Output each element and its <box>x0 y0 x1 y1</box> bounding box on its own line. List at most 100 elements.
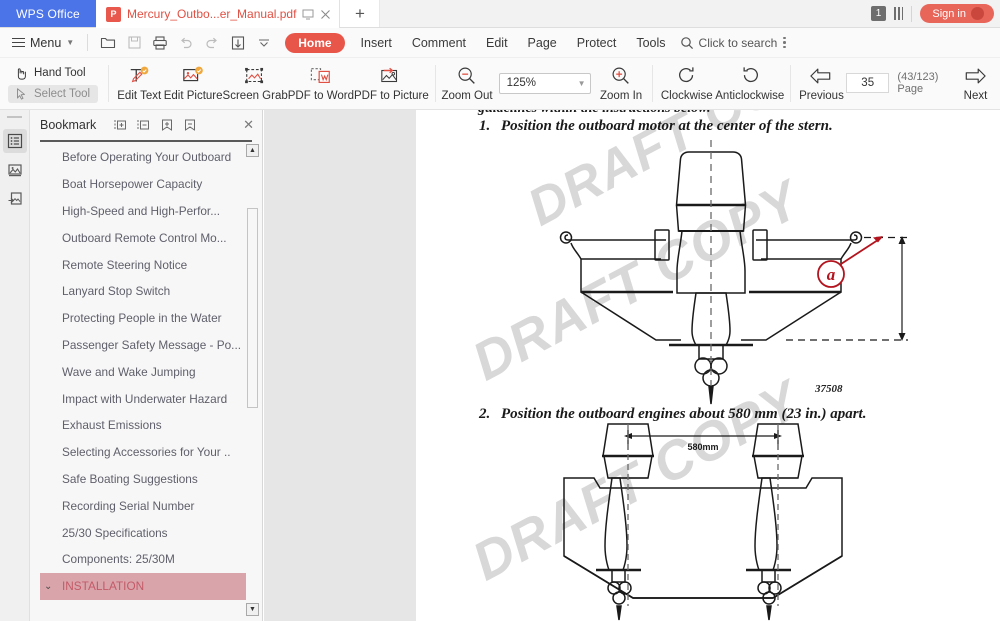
bookmark-item[interactable]: Lanyard Stop Switch <box>40 278 248 305</box>
bookmark-item[interactable]: Selecting Accessories for Your .. <box>40 439 248 466</box>
next-page-button[interactable]: Next <box>951 58 1000 108</box>
customize-quick-access-icon[interactable] <box>251 32 277 54</box>
close-bookmark-panel-icon[interactable]: ✕ <box>243 117 254 133</box>
tab-home[interactable]: Home <box>285 32 345 53</box>
tab-comment[interactable]: Comment <box>402 36 476 50</box>
edit-text-button[interactable]: Edit Text <box>115 58 164 108</box>
scroll-down-button[interactable]: ▼ <box>246 603 259 616</box>
bookmark-header-rule <box>40 140 252 142</box>
new-tab-button[interactable]: + <box>340 0 381 27</box>
bookmark-item[interactable]: Recording Serial Number <box>40 492 248 519</box>
window-count-badge[interactable]: 1 <box>870 6 887 21</box>
menu-button[interactable]: Menu ▼ <box>6 35 80 50</box>
side-panel-rail <box>0 110 30 621</box>
zoom-in-button[interactable]: Zoom In <box>597 58 646 108</box>
save-icon[interactable] <box>121 32 147 54</box>
more-options-icon[interactable] <box>783 35 786 51</box>
bookmark-item-label: High-Speed and High-Perfor... <box>62 203 221 218</box>
step-1-text: 1. Position the outboard motor at the cen… <box>479 118 833 135</box>
print-icon[interactable] <box>147 32 173 54</box>
remove-bookmark-icon[interactable] <box>183 118 197 132</box>
scrollbar-thumb[interactable] <box>247 208 258 408</box>
bookmark-item-label: Recording Serial Number <box>62 498 195 513</box>
bookmark-item-installation[interactable]: ⌄ INSTALLATION <box>40 572 248 600</box>
zoom-level-select[interactable]: 125% ▼ <box>498 72 591 94</box>
rotate-anticlockwise-icon <box>743 66 758 82</box>
bookmark-item[interactable]: 25/30 Specifications <box>40 519 248 546</box>
add-bookmark-icon[interactable] <box>160 118 174 132</box>
select-tool-button[interactable]: Select Tool <box>8 85 99 103</box>
select-tool-label: Select Tool <box>34 88 91 100</box>
rotate-clockwise-button[interactable]: Clockwise <box>658 58 715 108</box>
bookmark-item-label: Before Operating Your Outboard <box>62 150 232 165</box>
hamburger-icon <box>12 35 25 50</box>
search-box[interactable]: Click to search <box>680 36 777 50</box>
rotate-anticlockwise-button[interactable]: Anticlockwise <box>715 58 784 108</box>
bookmark-item[interactable]: Exhaust Emissions <box>40 412 248 439</box>
attachment-panel-icon[interactable] <box>3 187 27 211</box>
tab-page[interactable]: Page <box>518 36 567 50</box>
window-list-icon[interactable] <box>894 7 904 20</box>
page-number-input[interactable]: 35 <box>845 73 890 93</box>
bookmark-item[interactable]: Safe Boating Suggestions <box>40 466 248 493</box>
rotate-clockwise-label: Clockwise <box>660 89 713 102</box>
hand-tool-button[interactable]: Hand Tool <box>8 64 98 82</box>
zoom-out-button[interactable]: Zoom Out <box>441 58 493 108</box>
redo-icon[interactable] <box>199 32 225 54</box>
document-tab[interactable]: P Mercury_Outbo...er_Manual.pdf <box>96 0 341 28</box>
collapse-all-icon[interactable] <box>137 118 151 132</box>
bookmark-item[interactable]: Passenger Safety Message - Po... <box>40 332 248 359</box>
bookmark-item-label: Safe Boating Suggestions <box>62 471 198 486</box>
titlebar-divider <box>911 5 913 22</box>
bookmark-item[interactable]: Impact with Underwater Hazard <box>40 385 248 412</box>
bookmark-item[interactable]: Wave and Wake Jumping <box>40 358 248 385</box>
bookmark-item[interactable]: Components: 25/30M <box>40 546 248 573</box>
close-tab-icon[interactable] <box>320 9 331 20</box>
zoom-level-value: 125% <box>506 77 536 89</box>
pdf-page-canvas[interactable]: DRAFT COPY DRAFT COPY DRAFT COPY guideli… <box>416 110 1000 621</box>
figure-single-outboard: a <box>559 140 908 405</box>
previous-page-button[interactable]: Previous <box>797 58 846 108</box>
export-pdf-icon[interactable] <box>225 32 251 54</box>
zoom-in-icon <box>612 67 629 84</box>
present-mode-icon[interactable] <box>302 8 314 20</box>
search-icon <box>680 36 693 49</box>
bookmark-item-label: Boat Horsepower Capacity <box>62 177 203 192</box>
bookmark-item[interactable]: Before Operating Your Outboard <box>40 144 248 171</box>
pdf-file-icon: P <box>106 6 121 22</box>
zoom-out-label: Zoom Out <box>441 89 493 102</box>
bookmark-item[interactable]: Boat Horsepower Capacity <box>40 171 248 198</box>
scroll-up-button[interactable]: ▲ <box>246 144 259 157</box>
bookmark-item[interactable]: Remote Steering Notice <box>40 251 248 278</box>
pdf-to-picture-button[interactable]: PDF to Picture <box>354 58 429 108</box>
pdf-to-word-button[interactable]: PDF to Word <box>288 58 354 108</box>
next-label: Next <box>963 89 988 102</box>
bookmark-scrollbar[interactable]: ▲ ▼ <box>246 144 259 616</box>
chevron-down-icon[interactable]: ⌄ <box>44 581 52 592</box>
title-bar: WPS Office P Mercury_Outbo...er_Manual.p… <box>0 0 1000 28</box>
bookmark-list[interactable]: Before Operating Your Outboard Boat Hors… <box>40 144 248 616</box>
bookmark-item-label: Passenger Safety Message - Po... <box>62 337 242 352</box>
screen-grab-icon <box>245 67 264 83</box>
tab-edit[interactable]: Edit <box>476 36 518 50</box>
tab-tools[interactable]: Tools <box>626 36 675 50</box>
thumbnail-panel-icon[interactable] <box>3 158 27 182</box>
edit-picture-button[interactable]: Edit Picture <box>164 58 223 108</box>
menu-bar: Menu ▼ Home Insert Comment Edit Page Pro… <box>0 28 1000 58</box>
undo-icon[interactable] <box>173 32 199 54</box>
bookmark-item[interactable]: High-Speed and High-Perfor... <box>40 198 248 225</box>
bookmark-item[interactable]: Outboard Remote Control Mo... <box>40 224 248 251</box>
bookmark-item[interactable]: Protecting People in the Water <box>40 305 248 332</box>
tab-protect[interactable]: Protect <box>567 36 627 50</box>
bookmark-panel-icon[interactable] <box>2 129 27 153</box>
sign-in-button[interactable]: Sign in <box>920 4 994 23</box>
screen-grab-button[interactable]: Screen Grab <box>223 58 288 108</box>
open-folder-icon[interactable] <box>95 32 121 54</box>
expand-all-icon[interactable] <box>114 118 128 132</box>
figure-1-number: 37508 <box>815 383 843 395</box>
screen-grab-label: Screen Grab <box>222 89 288 102</box>
bookmark-item-label: 25/30 Specifications <box>62 525 168 540</box>
tab-insert[interactable]: Insert <box>351 36 402 50</box>
zoom-level-group: 125% ▼ <box>493 58 597 108</box>
bookmark-item-label: Impact with Underwater Hazard <box>62 391 228 406</box>
